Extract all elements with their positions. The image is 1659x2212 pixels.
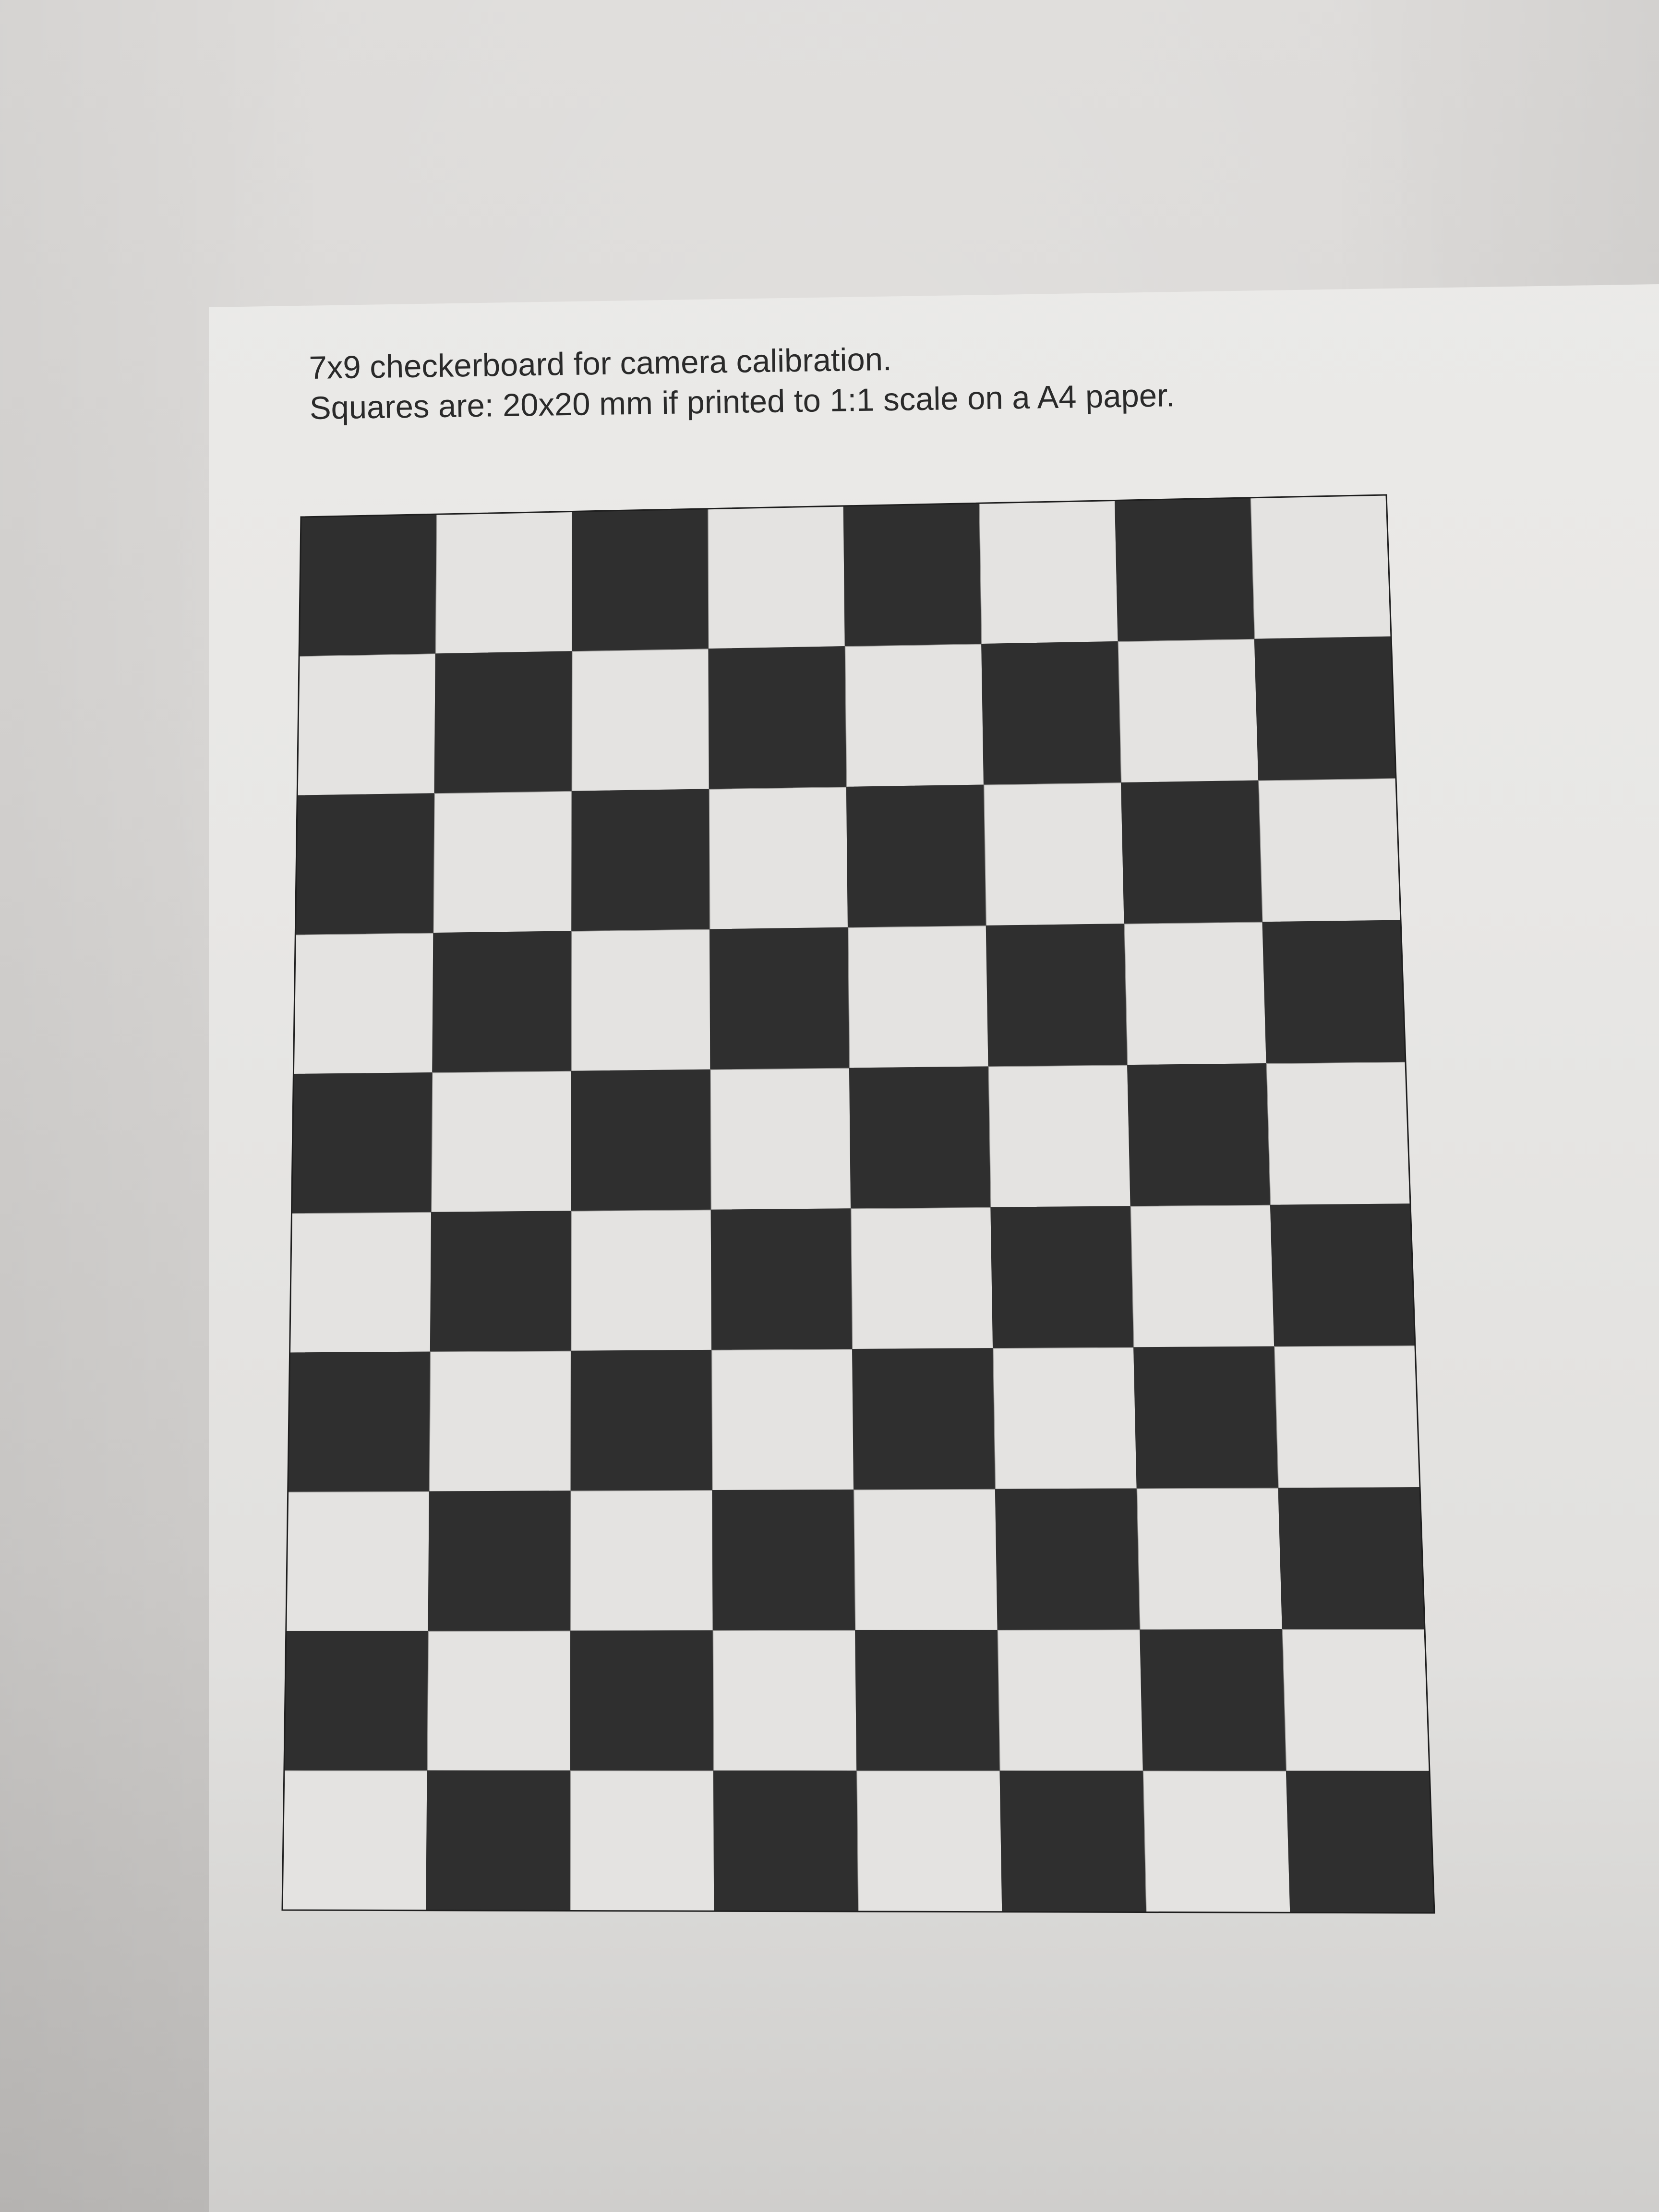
dark-square [428, 1491, 572, 1632]
light-square [844, 643, 985, 788]
dark-square [426, 1770, 571, 1911]
light-square [282, 1770, 428, 1911]
light-square [1130, 1204, 1275, 1348]
light-square [854, 1489, 998, 1631]
light-square [433, 791, 573, 934]
dark-square [999, 1770, 1147, 1913]
light-square [710, 1068, 852, 1211]
dark-square [570, 1630, 714, 1771]
light-square [712, 1630, 857, 1771]
dark-square [430, 1211, 572, 1353]
dark-square [1286, 1770, 1435, 1913]
checkerboard [281, 494, 1435, 1914]
dark-square [571, 1069, 712, 1212]
dark-square [995, 1488, 1141, 1631]
dark-square [846, 784, 987, 928]
light-square [429, 1350, 572, 1492]
light-square [570, 1209, 712, 1352]
dark-square [843, 503, 982, 647]
light-square [431, 1070, 572, 1213]
light-square [571, 649, 710, 792]
dark-square [299, 514, 437, 657]
light-square [570, 1490, 714, 1632]
dark-square [1133, 1346, 1279, 1489]
dark-square [434, 651, 573, 794]
light-square [993, 1347, 1138, 1490]
dark-square [981, 641, 1122, 785]
dark-square [855, 1630, 1000, 1772]
dark-square [713, 1770, 859, 1912]
light-square [847, 925, 989, 1069]
dark-square [990, 1206, 1134, 1349]
light-square [997, 1629, 1144, 1772]
light-square [293, 933, 434, 1075]
light-square [286, 1491, 430, 1632]
paper-sheet: 7x9 checkerboard for camera calibration.… [0, 0, 1659, 2212]
dark-square [572, 508, 709, 652]
dark-square [986, 924, 1128, 1067]
light-square [435, 511, 573, 654]
light-square [709, 786, 849, 930]
light-square [708, 505, 846, 649]
dark-square [295, 793, 435, 936]
light-square [1274, 1345, 1420, 1489]
light-square [1124, 922, 1267, 1066]
dark-square [1115, 497, 1255, 642]
dark-square [852, 1348, 996, 1491]
light-square [988, 1065, 1131, 1208]
light-square [1118, 638, 1259, 783]
light-square [1266, 1061, 1411, 1206]
dark-square [710, 1208, 853, 1351]
light-square [570, 1770, 715, 1912]
dark-square [849, 1066, 991, 1209]
dark-square [1278, 1487, 1425, 1630]
dark-square [1121, 780, 1263, 925]
dark-square [570, 1349, 713, 1491]
light-square [1136, 1488, 1283, 1631]
light-square [427, 1630, 571, 1771]
dark-square [709, 927, 850, 1070]
dark-square [284, 1631, 429, 1771]
light-square [289, 1212, 432, 1353]
dark-square [1254, 636, 1396, 781]
dark-square [1140, 1629, 1287, 1772]
light-square [571, 929, 711, 1072]
light-square [711, 1349, 854, 1491]
dark-square [432, 931, 572, 1073]
light-square [983, 782, 1125, 926]
dark-square [287, 1351, 431, 1493]
light-square [1142, 1770, 1291, 1913]
dark-square [1270, 1203, 1416, 1347]
dark-square [1127, 1063, 1271, 1207]
light-square [1282, 1629, 1430, 1772]
light-square [1258, 778, 1401, 923]
dark-square [712, 1489, 856, 1631]
light-square [851, 1207, 994, 1350]
dark-square [291, 1072, 433, 1214]
dark-square [708, 646, 847, 790]
light-square [297, 653, 436, 796]
dark-square [1262, 920, 1406, 1064]
light-square [1250, 494, 1392, 640]
light-square [856, 1770, 1003, 1912]
light-square [979, 500, 1119, 645]
dark-square [571, 789, 710, 932]
